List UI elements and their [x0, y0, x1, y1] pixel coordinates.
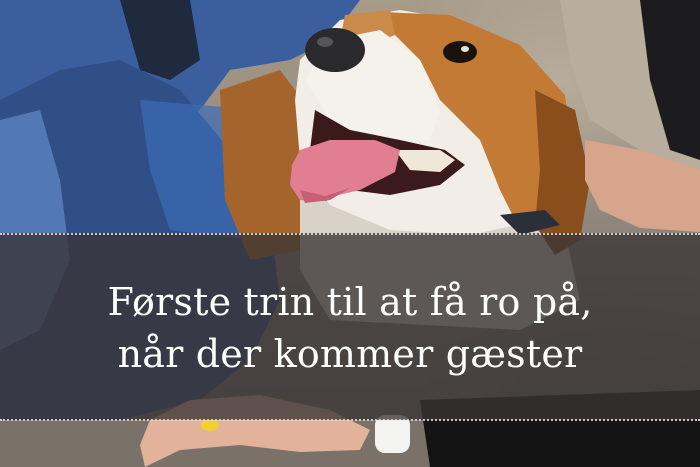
headline-line-2: når der kommer gæster	[117, 332, 583, 376]
headline-line-1: Første trin til at få ro på,	[107, 280, 593, 324]
banner-bottom-rule	[0, 419, 700, 421]
hero-image: Første trin til at få ro på, når der kom…	[0, 0, 700, 467]
headline: Første trin til at få ro på, når der kom…	[0, 276, 700, 380]
banner-top-rule	[0, 233, 700, 235]
